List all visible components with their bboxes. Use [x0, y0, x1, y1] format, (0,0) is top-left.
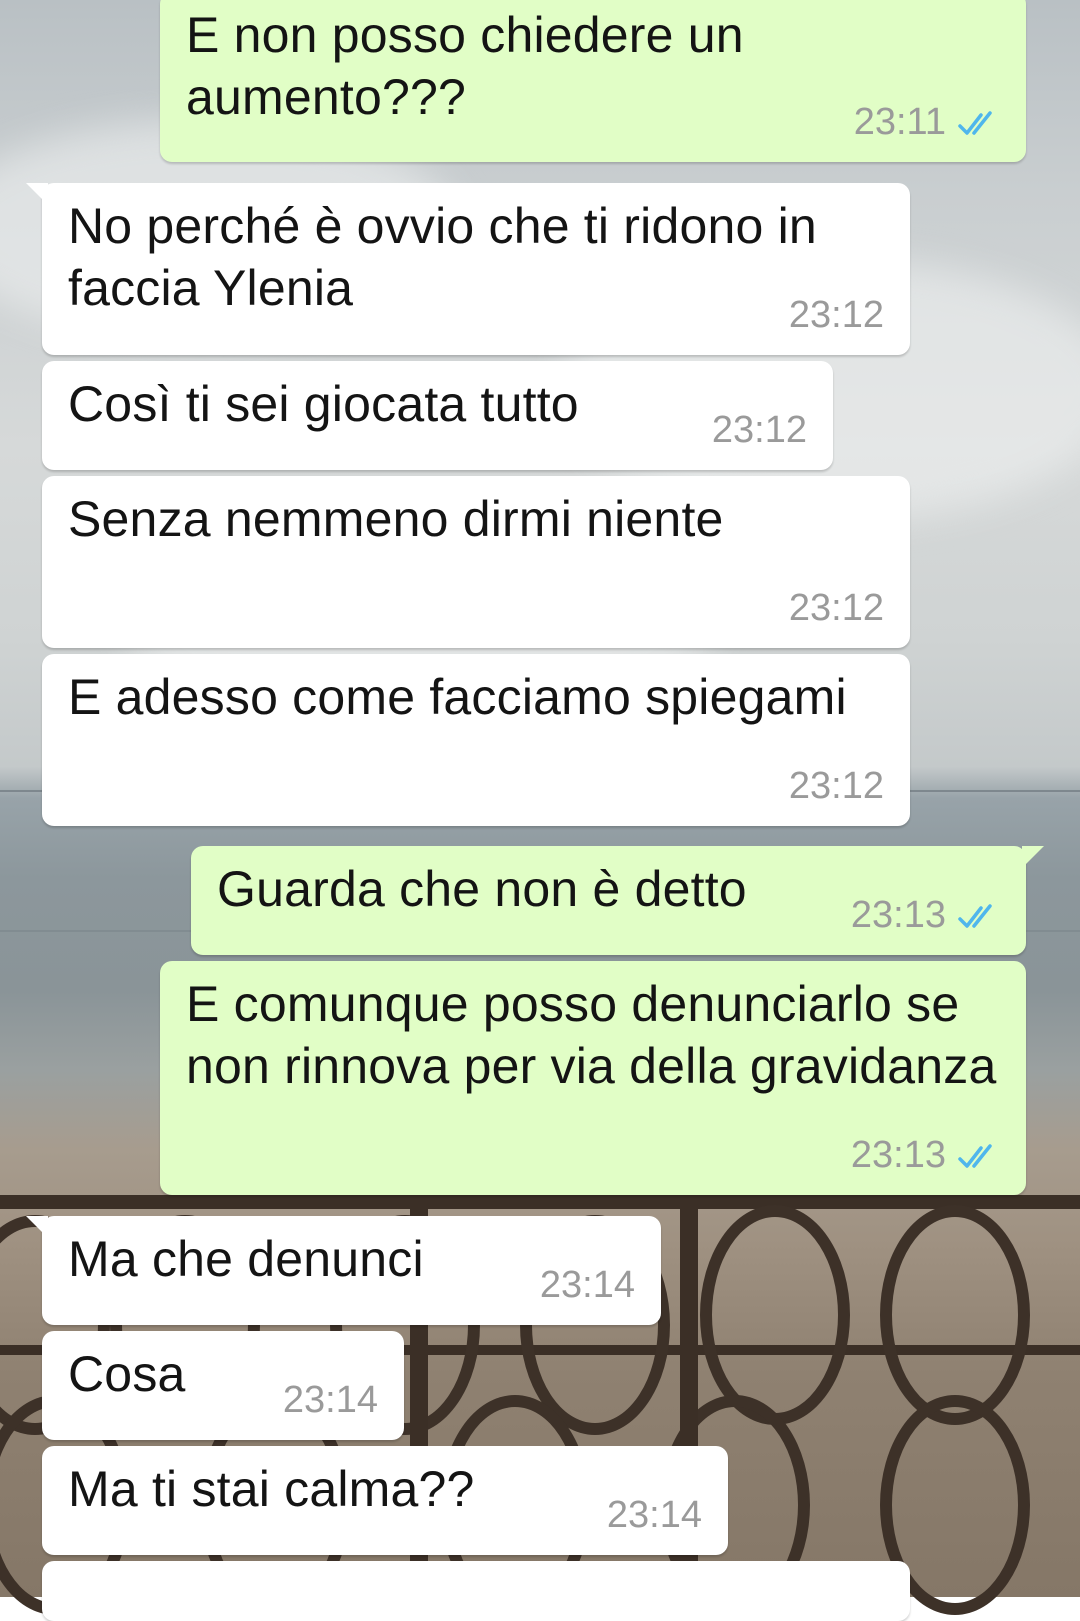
message-time: 23:12: [788, 294, 884, 336]
message-time: 23:11: [853, 101, 946, 143]
message-time: 23:14: [282, 1379, 378, 1421]
message-meta: 23:12: [789, 294, 884, 337]
message-bubble-partial[interactable]: [42, 1561, 910, 1621]
message-time: 23:12: [711, 409, 807, 451]
message-bubble-outgoing[interactable]: E comunque posso denunciarlo se non rinn…: [160, 961, 1026, 1195]
message-time: 23:13: [850, 1134, 946, 1176]
message-bubble-incoming[interactable]: Ma che denunci 23:14: [26, 1216, 661, 1325]
message-text: E comunque posso denunciarlo se non rinn…: [186, 976, 997, 1094]
message-time: 23:13: [850, 894, 946, 936]
message-meta: 23:12: [712, 409, 807, 452]
message-text: Senza nemmeno dirmi niente: [68, 491, 724, 547]
message-bubble-incoming[interactable]: No perché è ovvio che ti ridono in facci…: [26, 183, 910, 355]
double-check-icon: [958, 110, 992, 135]
message-text: Così ti sei giocata tutto: [68, 376, 579, 432]
message-bubble-incoming[interactable]: Ma ti stai calma?? 23:14: [42, 1446, 728, 1555]
message-bubble-incoming[interactable]: Cosa 23:14: [42, 1331, 404, 1440]
message-meta: 23:14: [607, 1494, 702, 1537]
message-meta: 23:14: [540, 1264, 635, 1307]
message-meta: 23:14: [283, 1379, 378, 1422]
message-bubble-incoming[interactable]: Così ti sei giocata tutto 23:12: [42, 361, 833, 470]
message-text: E adesso come facciamo spiegami: [68, 669, 847, 725]
message-bubble-outgoing[interactable]: E non posso chiedere un aumento??? 23:11: [160, 0, 1026, 162]
message-time: 23:14: [539, 1264, 635, 1306]
message-bubble-incoming[interactable]: E adesso come facciamo spiegami 23:12: [42, 654, 910, 826]
message-meta: 23:13: [851, 894, 1000, 937]
message-time: 23:12: [788, 765, 884, 807]
message-text: No perché è ovvio che ti ridono in facci…: [68, 198, 817, 316]
message-meta: 23:12: [789, 765, 884, 808]
message-bubble-incoming[interactable]: Senza nemmeno dirmi niente 23:12: [42, 476, 910, 648]
message-bubble-outgoing[interactable]: Guarda che non è detto 23:13: [191, 846, 1044, 955]
message-list[interactable]: E non posso chiedere un aumento??? 23:11…: [0, 0, 1080, 1621]
message-meta: 23:13: [851, 1134, 1000, 1177]
message-time: 23:14: [606, 1494, 702, 1536]
double-check-icon: [958, 903, 992, 928]
message-time: 23:12: [788, 587, 884, 629]
message-meta: 23:11: [854, 101, 1000, 144]
message-meta: 23:12: [789, 587, 884, 630]
double-check-icon: [958, 1143, 992, 1168]
